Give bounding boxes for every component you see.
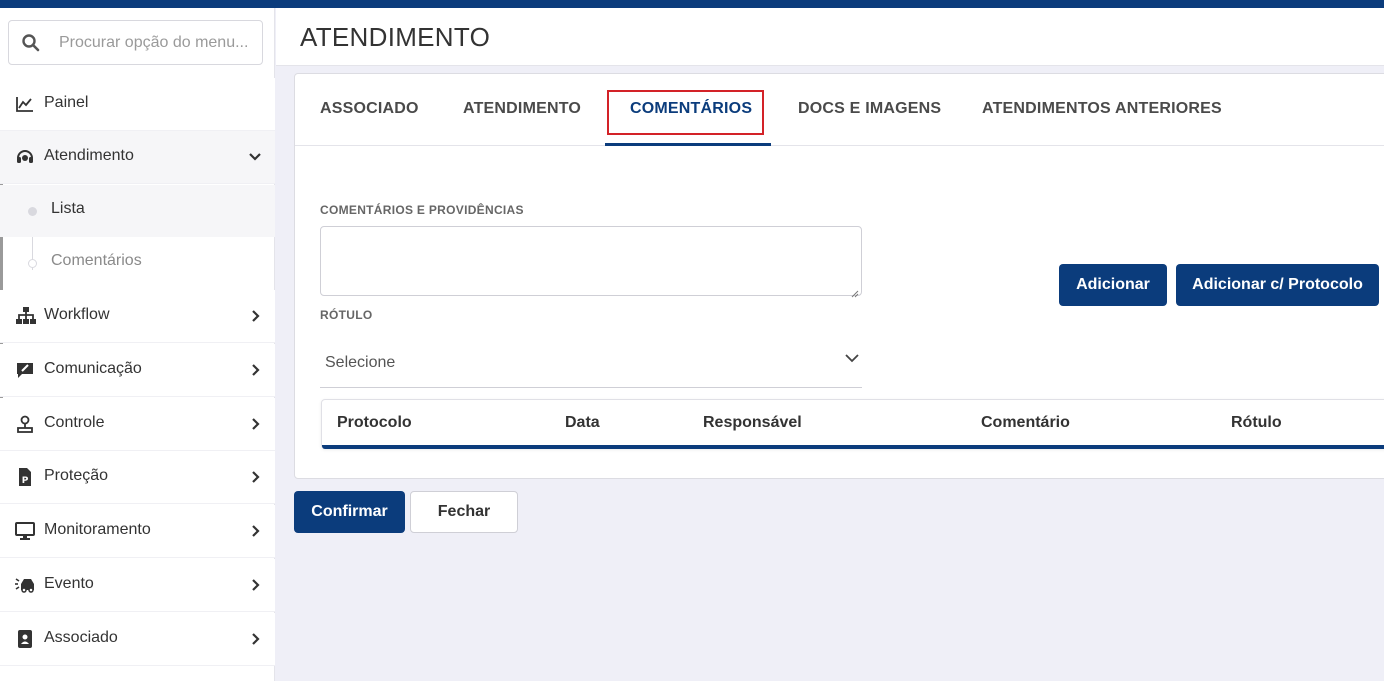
sidebar-subitem-label: Comentários — [51, 252, 142, 269]
column-header-protocolo[interactable]: Protocolo — [337, 414, 412, 432]
table-header-accent-bar — [322, 445, 1384, 449]
chevron-right-icon — [248, 361, 262, 379]
sidebar-item-workflow[interactable]: Workflow — [0, 290, 275, 343]
column-header-data[interactable]: Data — [565, 414, 600, 432]
svg-text:P: P — [22, 476, 29, 486]
active-tab-indicator — [605, 143, 771, 146]
search-placeholder: Procurar opção do menu... — [59, 34, 249, 51]
top-accent-bar — [0, 0, 1384, 8]
column-header-comentario[interactable]: Comentário — [981, 414, 1070, 432]
chevron-right-icon — [248, 630, 262, 648]
chevron-right-icon — [248, 522, 262, 540]
sidebar-item-protecao[interactable]: P Proteção — [0, 451, 275, 504]
close-button[interactable]: Fechar — [410, 491, 518, 533]
sidebar-item-monitoramento[interactable]: Monitoramento — [0, 505, 275, 558]
chevron-right-icon — [248, 307, 262, 325]
column-header-rotulo[interactable]: Rótulo — [1231, 414, 1282, 432]
chevron-down-icon — [844, 350, 860, 366]
tab-docs-e-imagens[interactable]: DOCS E IMAGENS — [798, 100, 941, 118]
content-card: ASSOCIADO ATENDIMENTO COMENTÁRIOS DOCS E… — [294, 73, 1384, 479]
chevron-right-icon — [248, 415, 262, 433]
comment-edit-icon — [15, 360, 35, 380]
comments-textarea[interactable] — [320, 226, 862, 296]
search-icon — [21, 33, 41, 53]
label-field-label: RÓTULO — [320, 308, 373, 322]
sitemap-icon — [15, 306, 36, 326]
tab-highlight-box — [607, 90, 764, 135]
sidebar-item-label: Evento — [44, 575, 94, 592]
comments-table-header: Protocolo Data Responsável Comentário Ró… — [321, 399, 1384, 449]
confirm-button[interactable]: Confirmar — [294, 491, 405, 533]
column-header-responsavel[interactable]: Responsável — [703, 414, 802, 432]
sidebar-item-comunicacao[interactable]: Comunicação — [0, 344, 275, 397]
chevron-down-icon — [248, 148, 262, 166]
sidebar-item-label: Proteção — [44, 467, 109, 484]
monitor-icon — [15, 521, 35, 541]
sidebar-item-evento[interactable]: Evento — [0, 559, 275, 612]
sidebar-item-label: Associado — [44, 629, 118, 646]
page-header: ATENDIMENTO — [276, 8, 1384, 66]
label-select-value: Selecione — [325, 354, 396, 371]
sidebar-item-controle[interactable]: Controle — [0, 398, 275, 451]
sidebar-item-atendimento[interactable]: Atendimento — [0, 131, 275, 184]
headset-icon — [15, 147, 35, 167]
sidebar-item-label: Atendimento — [44, 147, 134, 164]
search-input[interactable]: Procurar opção do menu... — [8, 20, 263, 65]
sidebar-subitem-label: Lista — [51, 200, 85, 217]
chevron-right-icon — [248, 576, 262, 594]
label-select[interactable]: Selecione — [320, 340, 862, 388]
tab-atendimento[interactable]: ATENDIMENTO — [463, 100, 581, 118]
file-p-icon: P — [15, 467, 35, 487]
car-crash-icon — [15, 575, 35, 595]
user-control-icon — [15, 414, 35, 434]
sidebar-item-label: Comunicação — [44, 360, 142, 377]
tree-dot-icon — [28, 207, 37, 216]
tab-atendimentos-anteriores[interactable]: ATENDIMENTOS ANTERIORES — [982, 100, 1222, 118]
id-badge-icon — [15, 629, 35, 649]
add-button[interactable]: Adicionar — [1059, 264, 1167, 306]
comments-field-label: COMENTÁRIOS E PROVIDÊNCIAS — [320, 203, 524, 217]
tree-dot-icon — [28, 259, 37, 268]
tab-bar: ASSOCIADO ATENDIMENTO COMENTÁRIOS DOCS E… — [295, 74, 1384, 146]
sidebar-subitem-lista[interactable]: Lista — [0, 185, 275, 237]
sidebar-item-label: Controle — [44, 414, 105, 431]
sidebar-item-label: Monitoramento — [44, 521, 151, 538]
sidebar-item-associado[interactable]: Associado — [0, 613, 275, 666]
sidebar-subitem-comentarios[interactable]: Comentários — [0, 237, 275, 289]
chart-line-icon — [15, 94, 35, 114]
resize-handle-icon[interactable] — [851, 285, 859, 298]
sidebar-item-painel[interactable]: Painel — [0, 78, 275, 131]
tab-associado[interactable]: ASSOCIADO — [320, 100, 419, 118]
sidebar-item-label: Painel — [44, 94, 89, 111]
chevron-right-icon — [248, 468, 262, 486]
sidebar-item-label: Workflow — [44, 306, 110, 323]
sidebar: Procurar opção do menu... Painel Atendim… — [0, 8, 275, 681]
page-title: ATENDIMENTO — [300, 22, 491, 52]
add-with-protocol-button[interactable]: Adicionar c/ Protocolo — [1176, 264, 1379, 306]
